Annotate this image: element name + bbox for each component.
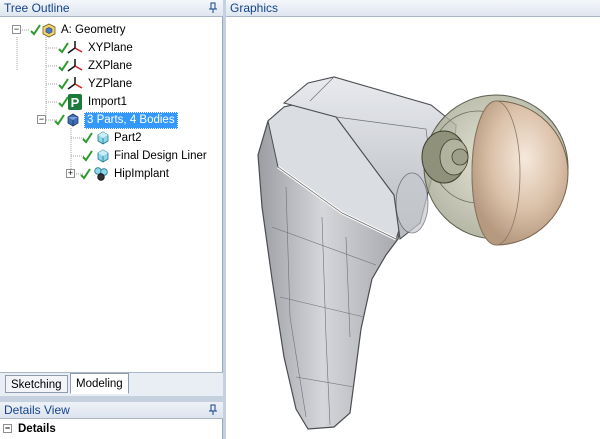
tree-node-label: YZPlane [88, 78, 133, 90]
tree-node-label: Final Design Liner [114, 150, 207, 162]
tree-node-parts-bodies[interactable]: − 3 Parts, 4 Bodies [0, 111, 220, 129]
plane-axes-icon [67, 77, 83, 90]
details-view-title: Details View [4, 403, 70, 417]
tree-node-label: ZXPlane [88, 60, 133, 72]
graphics-viewport[interactable] [226, 17, 600, 439]
details-group-row[interactable]: − Details [0, 421, 220, 437]
pin-icon[interactable] [208, 404, 218, 416]
collapse-expander[interactable]: − [12, 25, 21, 34]
details-view-header: Details View [0, 402, 223, 419]
tree-node-final-design-liner[interactable]: Final Design Liner [0, 147, 220, 165]
expand-expander[interactable]: + [66, 169, 75, 178]
tree-node-yzplane[interactable]: YZPlane [0, 75, 220, 93]
details-view-body: − Details [0, 419, 223, 439]
tree-node-geometry[interactable]: − A: Geometry [0, 21, 220, 39]
multi-body-part-icon [94, 167, 108, 181]
tree-node-import1[interactable]: P Import1 [0, 93, 220, 111]
tree-node-zxplane[interactable]: ZXPlane [0, 57, 220, 75]
tree-node-label: XYPlane [88, 42, 133, 54]
tab-sketching[interactable]: Sketching [5, 375, 68, 393]
solid-body-icon [97, 149, 109, 163]
tree-node-hipimplant[interactable]: + HipImplant [0, 165, 220, 183]
tab-sketching-label: Sketching [11, 379, 62, 391]
solid-body-icon [97, 131, 109, 145]
tree-node-part2[interactable]: Part2 [0, 129, 220, 147]
tree-node-label: HipImplant [114, 168, 169, 180]
graphics-header: Graphics [226, 0, 600, 17]
collapse-expander[interactable]: − [37, 115, 46, 124]
svg-text:P: P [71, 95, 80, 110]
tree-node-label: A: Geometry [61, 24, 126, 36]
tree-node-label: 3 Parts, 4 Bodies [84, 112, 178, 129]
tab-modeling-label: Modeling [76, 378, 123, 390]
tree-node-xyplane[interactable]: XYPlane [0, 39, 220, 57]
tree-tabs-bar: Sketching Modeling [0, 372, 223, 396]
hip-implant-model [257, 76, 569, 430]
details-group-label: Details [18, 423, 56, 435]
geometry-icon [42, 23, 56, 38]
tree-node-label: Part2 [114, 132, 142, 144]
parts-bodies-icon [67, 113, 79, 127]
plane-axes-icon [67, 41, 83, 54]
tree-outline-panel: Tree Outline − A: Geometry XYPlane ZXPla… [0, 0, 223, 398]
collapse-expander[interactable]: − [3, 424, 12, 433]
plane-axes-icon [67, 59, 83, 72]
graphics-title: Graphics [230, 1, 279, 15]
import-feature-icon: P [68, 94, 82, 110]
tab-modeling[interactable]: Modeling [70, 373, 129, 394]
tree-node-label: Import1 [88, 96, 127, 108]
